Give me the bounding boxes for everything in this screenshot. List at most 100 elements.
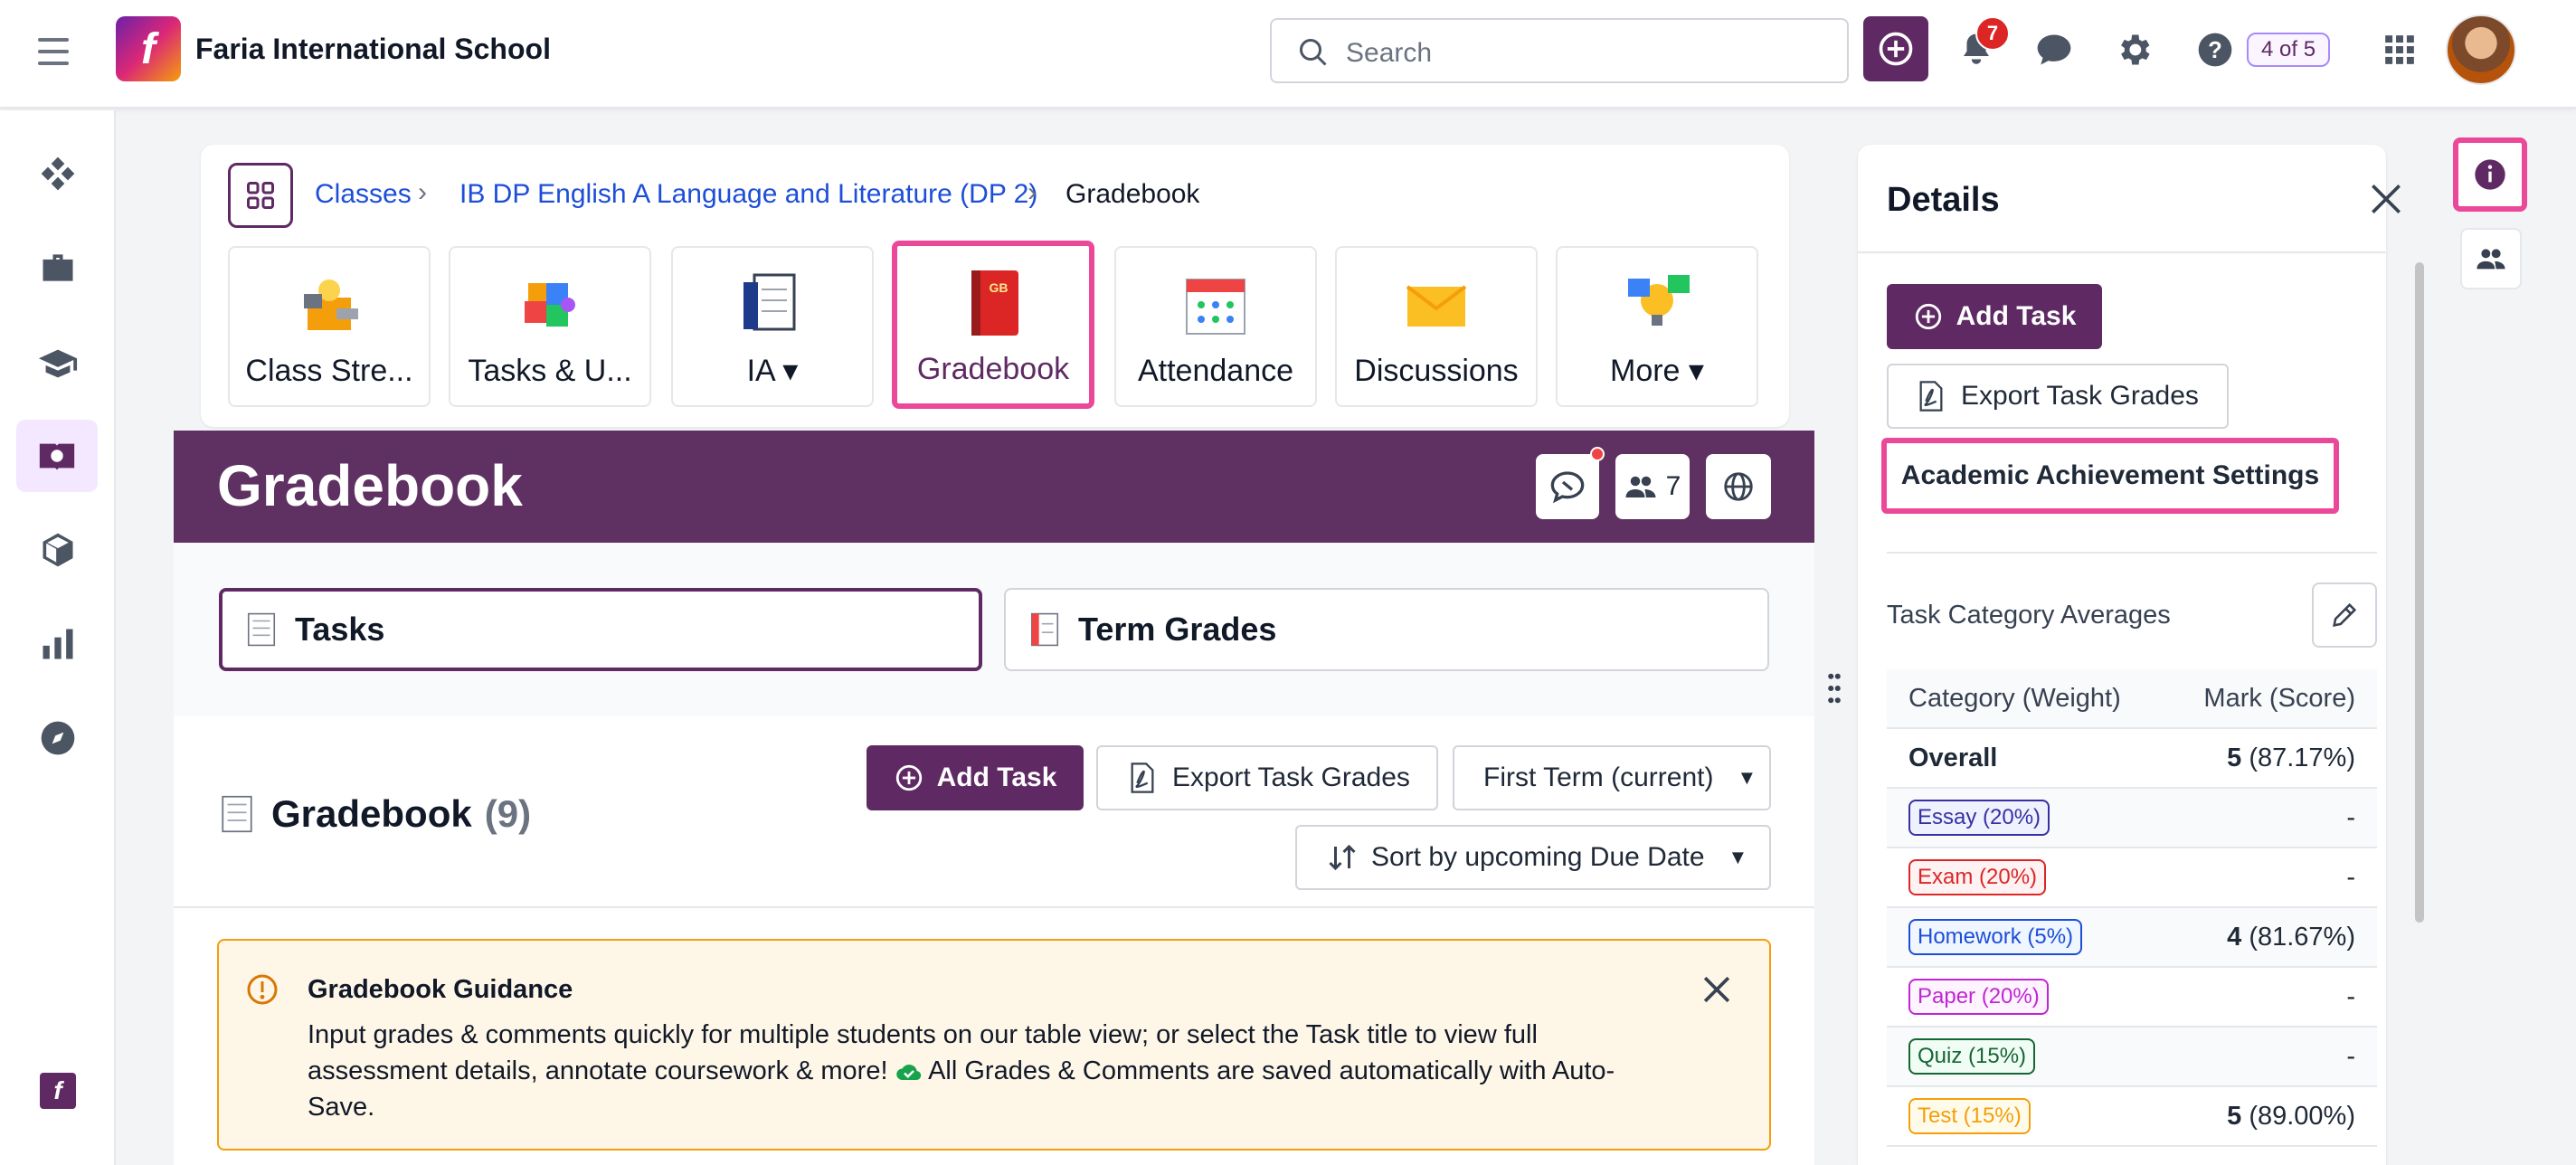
tile-label: Class Stre... bbox=[245, 354, 413, 388]
warning-circle-icon bbox=[247, 974, 278, 1005]
overall-label: Overall bbox=[1908, 743, 1998, 772]
rail-classes[interactable] bbox=[31, 336, 85, 391]
rail-portfolio[interactable] bbox=[31, 241, 85, 295]
task-category-averages-title: Task Category Averages bbox=[1887, 601, 2171, 630]
scrollbar-thumb[interactable] bbox=[2415, 262, 2424, 923]
create-button[interactable] bbox=[1863, 16, 1928, 81]
menu-icon[interactable] bbox=[38, 38, 69, 69]
tab-term-grades[interactable]: Term Grades bbox=[1004, 588, 1769, 671]
tile-ia[interactable]: IA ▾ bbox=[671, 246, 874, 407]
resize-handle-icon[interactable] bbox=[1827, 673, 1842, 704]
info-panel-button[interactable] bbox=[2453, 137, 2527, 212]
term-select-value: First Term (current) bbox=[1483, 762, 1714, 792]
close-icon[interactable] bbox=[1697, 970, 1737, 1009]
tile-gradebook[interactable]: GB Gradebook bbox=[892, 241, 1094, 409]
people-icon bbox=[2477, 249, 2505, 270]
bar-chart-icon bbox=[43, 629, 73, 659]
svg-text:?: ? bbox=[2208, 38, 2222, 63]
chevron-right-icon: › bbox=[1028, 177, 1037, 207]
table-row: Paper (20%) - bbox=[1887, 968, 2377, 1028]
school-logo[interactable]: f bbox=[116, 16, 181, 81]
category-mark: - bbox=[2346, 863, 2355, 893]
rail-explore[interactable] bbox=[31, 711, 85, 765]
book-shield-icon bbox=[39, 443, 75, 470]
members-panel-button[interactable] bbox=[2460, 228, 2522, 289]
plus-circle-icon bbox=[1915, 303, 1941, 330]
tile-label: Gradebook bbox=[916, 352, 1070, 386]
briefcase-icon bbox=[43, 254, 73, 281]
graduation-cap-icon bbox=[38, 349, 78, 378]
faria-logo-small[interactable]: f bbox=[40, 1073, 76, 1109]
overall-score: (87.17%) bbox=[2249, 743, 2355, 772]
pdf-file-icon bbox=[1919, 381, 1943, 412]
caret-down-icon: ▼ bbox=[1728, 846, 1748, 868]
user-avatar[interactable] bbox=[2446, 14, 2516, 85]
notifications-badge: 7 bbox=[1975, 16, 2010, 51]
section-divider bbox=[174, 906, 1814, 908]
gradebook-heading: Gradebook (9) bbox=[221, 792, 531, 836]
tab-tasks[interactable]: Tasks bbox=[219, 588, 982, 671]
tile-label: IA ▾ bbox=[746, 354, 799, 388]
class-stream-icon bbox=[304, 279, 358, 330]
category-chip: Quiz (15%) bbox=[1908, 1038, 2036, 1075]
tile-label: Attendance bbox=[1137, 354, 1294, 388]
rail-resources[interactable] bbox=[31, 523, 85, 577]
rail-dashboard[interactable] bbox=[31, 147, 85, 201]
add-task-button[interactable]: Add Task bbox=[867, 745, 1084, 810]
gradebook-guidance-alert: Gradebook Guidance Input grades & commen… bbox=[217, 939, 1771, 1151]
rail-reports[interactable] bbox=[31, 617, 85, 671]
tile-discussions[interactable]: Discussions bbox=[1335, 246, 1538, 407]
school-name: Faria International School bbox=[195, 33, 551, 65]
tile-label: Tasks & U... bbox=[468, 354, 632, 388]
settings-button[interactable] bbox=[2111, 27, 2156, 72]
tile-label: Discussions bbox=[1354, 354, 1519, 388]
sort-arrows-icon bbox=[1329, 844, 1356, 871]
search-placeholder: Search bbox=[1346, 38, 1433, 68]
close-icon[interactable] bbox=[2366, 179, 2406, 219]
chevron-right-icon: › bbox=[418, 177, 427, 207]
rail-gradebook-active[interactable] bbox=[16, 420, 98, 492]
puzzle-icon bbox=[525, 283, 575, 327]
language-button[interactable] bbox=[1706, 454, 1771, 519]
document-list-icon bbox=[247, 612, 276, 647]
more-apps-icon bbox=[1628, 275, 1690, 326]
info-icon bbox=[2475, 159, 2505, 190]
messages-button[interactable] bbox=[2031, 27, 2077, 72]
add-task-label: Add Task bbox=[936, 762, 1057, 792]
term-grades-icon bbox=[1030, 612, 1059, 647]
page-indicator[interactable]: 4 of 5 bbox=[2247, 33, 2331, 67]
details-divider bbox=[1858, 251, 2386, 253]
sort-select[interactable]: Sort by upcoming Due Date ▼ bbox=[1295, 825, 1771, 890]
export-task-grades-button[interactable]: Export Task Grades bbox=[1096, 745, 1438, 810]
feedback-button[interactable] bbox=[1536, 454, 1599, 519]
table-row: Essay (20%) - bbox=[1887, 789, 2377, 848]
table-header: Category (Weight) Mark (Score) bbox=[1887, 669, 2377, 729]
apps-grid-icon bbox=[2385, 35, 2414, 64]
page-title: Gradebook bbox=[217, 453, 523, 518]
tile-class-stream[interactable]: Class Stre... bbox=[228, 246, 431, 407]
category-score: - bbox=[2346, 1041, 2355, 1071]
help-button[interactable]: ? bbox=[2192, 27, 2238, 72]
help-icon: ? bbox=[2198, 33, 2232, 67]
pdf-file-icon bbox=[1131, 762, 1154, 793]
details-add-task-button[interactable]: Add Task bbox=[1887, 284, 2102, 349]
category-score: - bbox=[2346, 802, 2355, 832]
academic-achievement-settings-button[interactable]: Academic Achievement Settings bbox=[1881, 438, 2339, 514]
details-title: Details bbox=[1887, 181, 2000, 219]
category-mark: 4 (81.67%) bbox=[2227, 923, 2355, 952]
details-export-button[interactable]: Export Task Grades bbox=[1887, 364, 2229, 429]
class-grid-button[interactable] bbox=[228, 163, 293, 228]
search-input[interactable]: Search bbox=[1270, 18, 1849, 83]
tile-tasks-units[interactable]: Tasks & U... bbox=[449, 246, 651, 407]
breadcrumb-classes[interactable]: Classes bbox=[315, 179, 412, 210]
members-count: 7 bbox=[1665, 471, 1681, 501]
edit-averages-button[interactable] bbox=[2312, 582, 2377, 648]
apps-button[interactable] bbox=[2377, 27, 2422, 72]
category-mark: - bbox=[2346, 803, 2355, 833]
tile-more[interactable]: More ▾ bbox=[1556, 246, 1758, 407]
tile-attendance[interactable]: Attendance bbox=[1114, 246, 1317, 407]
col-mark: Mark (Score) bbox=[2203, 683, 2355, 713]
term-select[interactable]: First Term (current) ▼ bbox=[1453, 745, 1771, 810]
members-button[interactable]: 7 bbox=[1615, 454, 1690, 519]
breadcrumb-class[interactable]: IB DP English A Language and Literature … bbox=[459, 179, 1037, 210]
